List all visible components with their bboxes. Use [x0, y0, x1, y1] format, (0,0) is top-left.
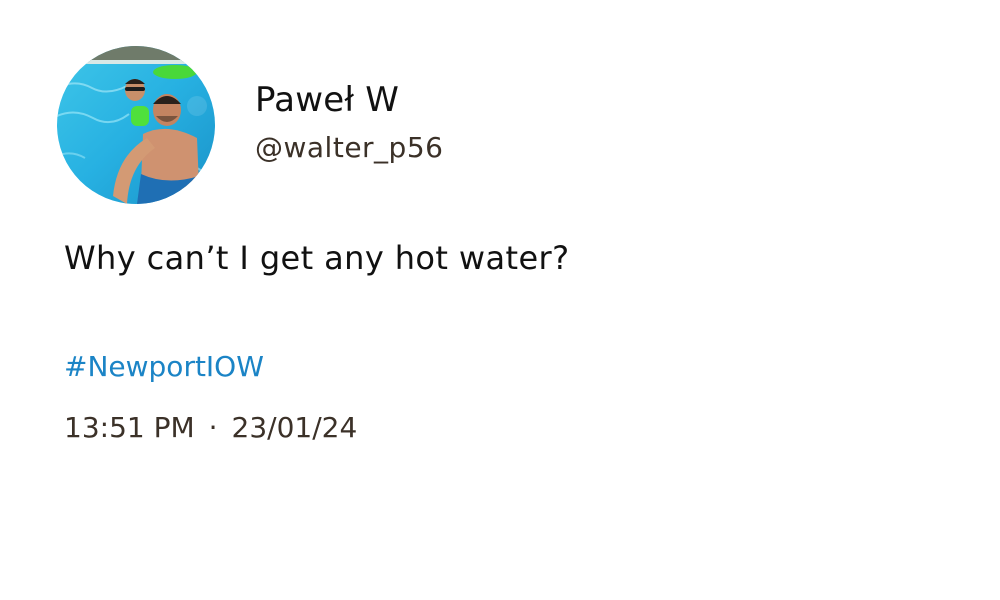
hashtag-link[interactable]: #NewportIOW: [64, 350, 264, 383]
meta-separator: ·: [208, 411, 218, 444]
post-text: Why can’t I get any hot water?: [64, 239, 570, 277]
post-date: 23/01/24: [231, 411, 358, 444]
post-time: 13:51 PM: [64, 411, 195, 444]
author-handle[interactable]: @walter_p56: [255, 131, 443, 164]
avatar-photo: [57, 46, 215, 204]
post-card: Paweł W @walter_p56 Why can’t I get any …: [0, 0, 1000, 600]
post-meta: 13:51 PM · 23/01/24: [64, 411, 357, 444]
avatar[interactable]: [57, 46, 215, 204]
author-display-name[interactable]: Paweł W: [255, 80, 399, 120]
